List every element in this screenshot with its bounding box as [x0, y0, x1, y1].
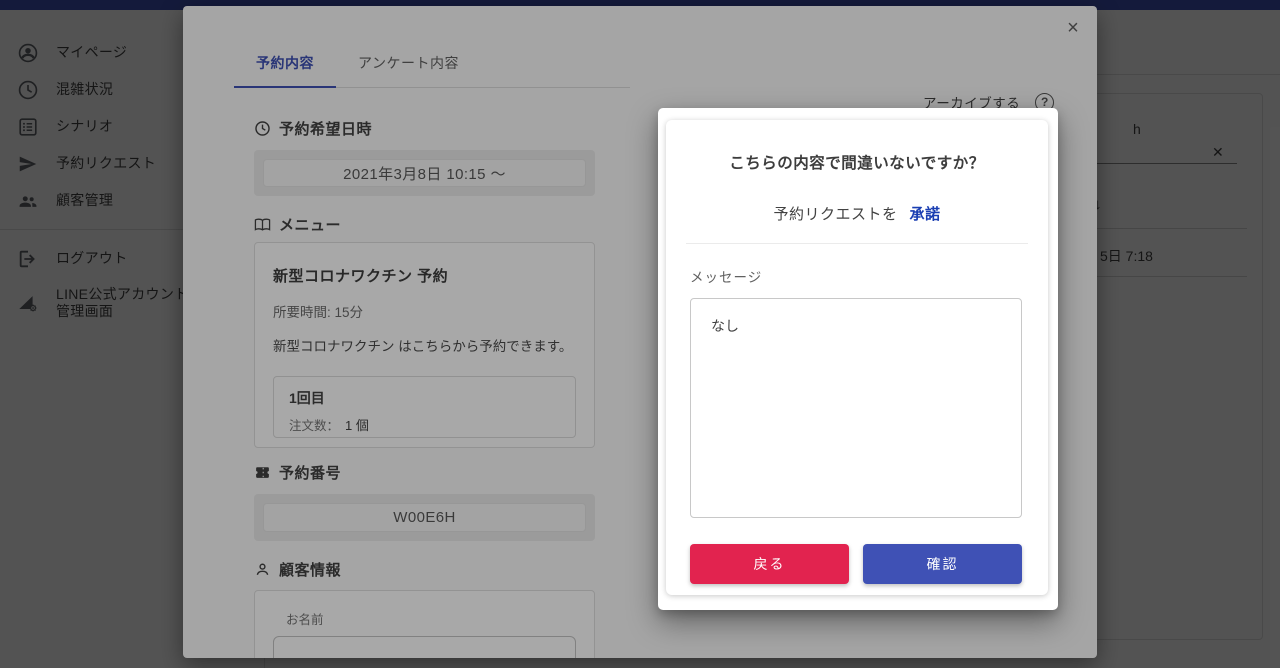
subtitle-action: 承諾 [910, 206, 941, 223]
dialog-backdrop[interactable] [0, 0, 1280, 668]
dialog-divider [686, 243, 1028, 244]
confirm-dialog: こちらの内容で間違いないですか？ 予約リクエストを承諾 メッセージ なし 戻る … [658, 108, 1058, 610]
dialog-buttons: 戻る 確認 [690, 544, 1022, 584]
message-label: メッセージ [690, 266, 1048, 286]
confirm-button[interactable]: 確認 [863, 544, 1022, 584]
confirm-dialog-subtitle: 予約リクエストを承諾 [666, 203, 1048, 224]
subtitle-prefix: 予約リクエストを [773, 206, 897, 223]
back-button[interactable]: 戻る [690, 544, 849, 584]
confirm-dialog-card: こちらの内容で間違いないですか？ 予約リクエストを承諾 メッセージ なし 戻る … [666, 120, 1048, 595]
confirm-dialog-title: こちらの内容で間違いないですか？ [666, 120, 1048, 173]
message-textarea[interactable]: なし [690, 298, 1022, 518]
